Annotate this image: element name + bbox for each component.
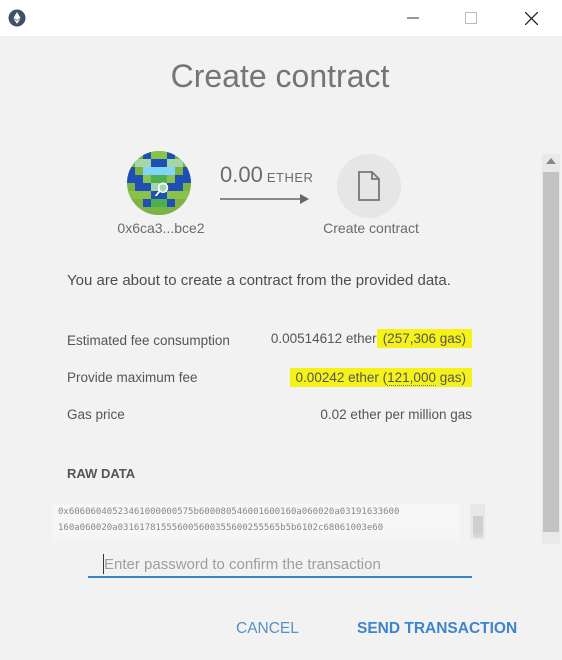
fee-label-estimated: Estimated fee consumption — [67, 333, 230, 348]
raw-data-line: 0x60606040523461000000575b60008054600160… — [58, 507, 400, 517]
raw-data-title: RAW DATA — [67, 466, 136, 481]
fee-estimated-gas: (257,306 gas) — [376, 329, 472, 348]
text-caret — [103, 554, 104, 574]
close-button[interactable] — [508, 0, 554, 36]
password-input[interactable] — [88, 552, 472, 578]
intro-text: You are about to create a contract from … — [67, 272, 451, 289]
fee-value-maximum[interactable]: 0.00242 ether (121,000 gas) — [289, 368, 472, 387]
fee-estimated-ether: 0.00514612 ether — [270, 331, 377, 346]
window-titlebar — [0, 0, 562, 36]
fee-label-maximum: Provide maximum fee — [67, 370, 198, 385]
from-address: 0x6ca3...bce2 — [117, 220, 205, 236]
dialog-scrollbar[interactable] — [542, 154, 560, 544]
minimize-icon — [407, 17, 419, 19]
ethereum-icon — [8, 9, 26, 27]
minimize-button[interactable] — [390, 0, 436, 36]
document-icon — [358, 171, 380, 201]
content-fade — [40, 532, 510, 550]
contract-avatar — [337, 154, 401, 218]
send-transaction-button[interactable]: SEND TRANSACTION — [357, 620, 517, 638]
gas-price-value: 0.02 ether per million gas — [320, 407, 472, 422]
cancel-button[interactable]: CANCEL — [236, 620, 299, 638]
fee-maximum-unit: ether ( — [348, 370, 388, 385]
page-title: Create contract — [170, 58, 390, 94]
amount-value: 0.00 — [220, 162, 263, 187]
gas-price-label: Gas price — [67, 407, 125, 422]
scroll-up-icon[interactable] — [546, 158, 556, 164]
fee-maximum-gas: 121,000 — [387, 370, 436, 386]
dialog-scrollbar-thumb[interactable] — [543, 172, 559, 532]
amount-unit: ETHER — [266, 170, 314, 185]
fee-value-estimated: 0.00514612 ether (257,306 gas) — [270, 329, 472, 348]
to-label: Create contract — [323, 220, 419, 236]
identicon-avatar — [127, 151, 191, 215]
maximize-icon — [465, 12, 477, 24]
arrow-right-icon — [220, 192, 310, 211]
amount-display: 0.00 ETHER — [220, 162, 313, 188]
maximize-button[interactable] — [448, 0, 494, 36]
close-icon — [524, 11, 538, 25]
fee-maximum-ether: 0.00242 — [295, 370, 345, 385]
fee-maximum-end: gas) — [439, 370, 466, 385]
dialog-content: Create contract 0x6ca3...bce2 0.00ETHER — [0, 36, 560, 660]
